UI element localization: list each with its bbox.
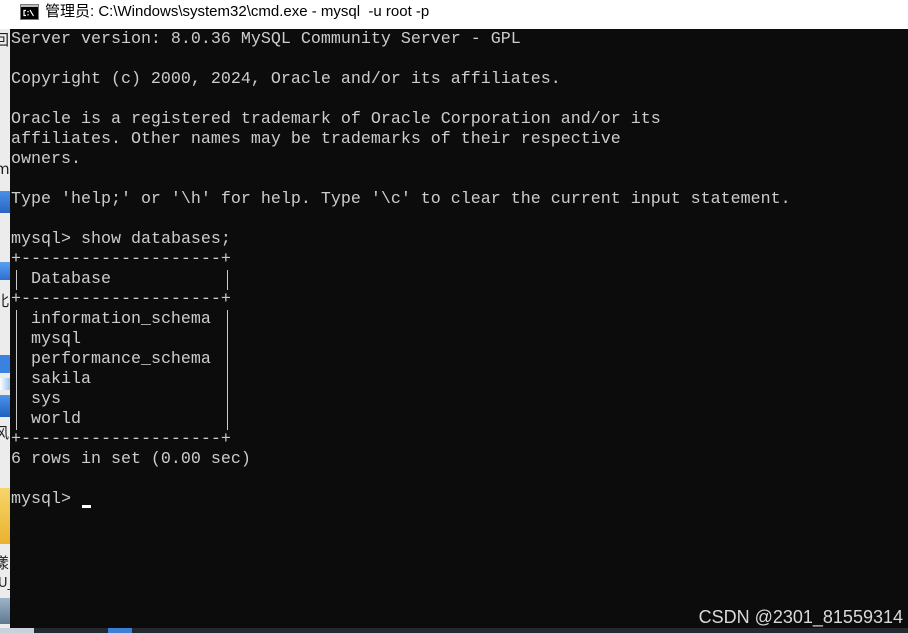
table-cell: mysql: [31, 330, 81, 349]
table-row: world: [11, 410, 231, 430]
desktop-shortcut-icon[interactable]: [0, 598, 10, 624]
window-title: 管理员: C:\Windows\system32\cmd.exe - mysql…: [45, 3, 430, 20]
trademark-line: Oracle is a registered trademark of Orac…: [11, 110, 661, 129]
table-border: +--------------------+: [11, 290, 231, 309]
desktop-shortcut-icon[interactable]: [0, 191, 10, 213]
text-cursor: [81, 505, 91, 508]
taskbar-peek: [0, 628, 908, 633]
server-version-line: Server version: 8.0.36 MySQL Community S…: [11, 30, 521, 49]
folder-icon[interactable]: [0, 488, 10, 544]
table-cell: performance_schema: [31, 350, 211, 369]
desktop-shortcut-icon[interactable]: [0, 378, 10, 390]
desktop-icon-label[interactable]: 回: [0, 31, 9, 49]
command-text: show databases;: [80, 230, 231, 249]
table-cell: sakila: [31, 370, 91, 389]
desktop-icon-label[interactable]: 风: [0, 424, 9, 442]
prompt: mysql>: [11, 230, 71, 249]
help-hint-line: Type 'help;' or '\h' for help. Type '\c'…: [11, 190, 791, 209]
desktop-shortcut-icon[interactable]: [0, 262, 10, 280]
desktop-shortcut-icon[interactable]: [0, 395, 10, 417]
console[interactable]: Server version: 8.0.36 MySQL Community S…: [10, 29, 908, 628]
table-row: information_schema: [11, 310, 231, 330]
table-row: sakila: [11, 370, 231, 390]
command-line: mysql> show databases;: [11, 230, 908, 250]
desktop-icon-label[interactable]: U_: [0, 575, 10, 593]
desktop-peek: 回 m 北 风 漾 U_: [0, 29, 10, 628]
current-input-line[interactable]: mysql>: [11, 490, 908, 510]
prompt: mysql>: [11, 490, 71, 509]
trademark-line: affiliates. Other names may be trademark…: [11, 130, 621, 149]
table-border: +--------------------+: [11, 250, 231, 269]
desktop-icon-label[interactable]: 北: [0, 292, 9, 310]
column-header: Database: [31, 270, 111, 289]
title-bar[interactable]: 管理员: C:\Windows\system32\cmd.exe - mysql…: [0, 0, 908, 29]
result-summary: 6 rows in set (0.00 sec): [11, 450, 251, 469]
cmd-icon[interactable]: [20, 4, 39, 20]
watermark: CSDN @2301_81559314: [698, 607, 903, 627]
taskbar-app-icon[interactable]: [108, 628, 132, 633]
desktop-icon-label[interactable]: 漾: [0, 554, 9, 572]
copyright-line: Copyright (c) 2000, 2024, Oracle and/or …: [11, 70, 561, 89]
table-row: performance_schema: [11, 350, 231, 370]
desktop-shortcut-icon[interactable]: [0, 355, 10, 373]
trademark-line: owners.: [11, 150, 81, 169]
table-header-row: Database: [11, 270, 231, 290]
table-cell: information_schema: [31, 310, 211, 329]
taskbar-fragment: [0, 628, 34, 633]
desktop-icon-label[interactable]: m: [0, 160, 10, 178]
table-cell: world: [31, 410, 81, 429]
table-cell: sys: [31, 390, 61, 409]
table-row: sys: [11, 390, 231, 410]
table-row: mysql: [11, 330, 231, 350]
table-border: +--------------------+: [11, 430, 231, 449]
